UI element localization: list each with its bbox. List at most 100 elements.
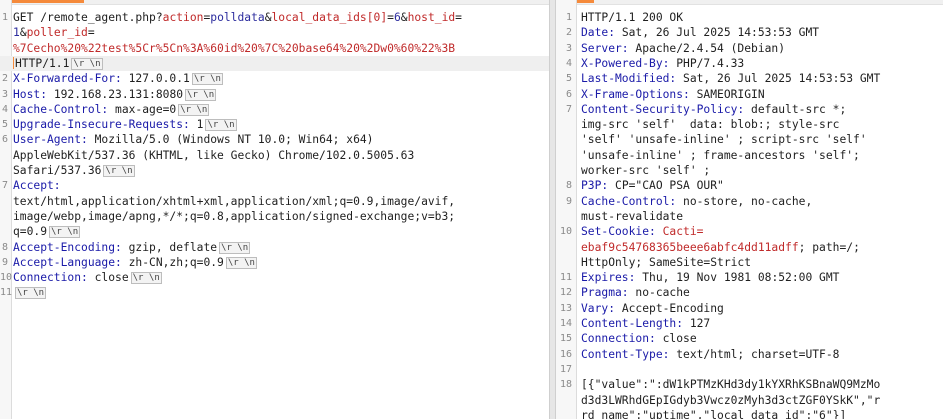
header-value: zh-CN,zh;q=0.9 xyxy=(121,255,224,269)
response-header-pragma[interactable]: 12 Pragma: no-cache xyxy=(556,285,943,300)
header-name: Cache-Control: xyxy=(581,194,677,208)
crlf-marker: \r \n xyxy=(225,256,257,269)
line-number: 4 xyxy=(1,103,8,115)
response-header-date[interactable]: 2 Date: Sat, 26 Jul 2025 14:53:53 GMT xyxy=(556,25,943,40)
text-cursor xyxy=(13,56,14,69)
request-line-wrap-current[interactable]: HTTP/1.1 \r \n xyxy=(0,55,549,72)
crlf-marker: \r \n xyxy=(49,226,81,239)
line-number: 8 xyxy=(1,241,8,253)
request-header-accept-encoding[interactable]: 8 Accept-Encoding: gzip, deflate \r \n xyxy=(0,240,549,255)
request-header-x-forwarded-for[interactable]: 2 X-Forwarded-For: 127.0.0.1 \r \n xyxy=(0,71,549,86)
request-header-upgrade-insecure[interactable]: 5 Upgrade-Insecure-Requests: 1 \r \n xyxy=(0,117,549,132)
response-viewer-pane[interactable]: 1 HTTP/1.1 200 OK 2 Date: Sat, 26 Jul 20… xyxy=(556,0,943,419)
header-value: 192.168.23.131:8080 xyxy=(47,87,184,101)
header-name: Last-Modified: xyxy=(581,72,677,86)
line-number: 12 xyxy=(559,287,572,299)
response-header-set-cookie-wrap[interactable]: ebaf9c54768365beee6abfc4dd11adff; path=/… xyxy=(556,240,943,255)
header-name: Cache-Control: xyxy=(13,102,109,116)
response-header-cache-control[interactable]: 9 Cache-Control: no-store, no-cache, xyxy=(556,194,943,209)
request-line-wrap[interactable]: 1&poller_id= xyxy=(0,25,549,40)
query-param-value: polldata xyxy=(210,11,265,24)
response-header-content-type[interactable]: 16 Content-Type: text/html; charset=UTF-… xyxy=(556,347,943,362)
line-number: 11 xyxy=(559,272,572,284)
request-header-cache-control[interactable]: 4 Cache-Control: max-age=0 \r \n xyxy=(0,102,549,117)
query-param-name: action xyxy=(162,11,204,24)
response-header-x-frame-options[interactable]: 6 X-Frame-Options: SAMEORIGIN xyxy=(556,87,943,102)
header-value: 1 xyxy=(189,118,204,132)
line-number: 8 xyxy=(565,180,572,192)
header-name: Connection: xyxy=(581,332,656,346)
cookie-value: ebaf9c54768365beee6abfc4dd11adff xyxy=(581,240,799,254)
line-number: 7 xyxy=(1,180,8,192)
line-number: 6 xyxy=(565,88,572,100)
header-value: PHP/7.4.33 xyxy=(669,56,745,70)
request-header-accept-language[interactable]: 9 Accept-Language: zh-CN,zh;q=0.9 \r \n xyxy=(0,255,549,270)
cookie-name: Cacti= xyxy=(655,225,704,239)
crlf-marker: \r \n xyxy=(185,88,217,101)
response-header-server[interactable]: 3 Server: Apache/2.4.54 (Debian) xyxy=(556,41,943,56)
response-body[interactable]: 18 [{"value":":dW1kPTMzKHd3dy1kYXRhKSBna… xyxy=(556,377,943,392)
response-body-wrap[interactable]: d3d3LWRhdGEpIGdyb3Vwcz0zMyh3d3ctZGF0YSkK… xyxy=(556,393,943,408)
response-header-csp[interactable]: 7 Content-Security-Policy: default-src *… xyxy=(556,102,943,117)
response-header-connection[interactable]: 15 Connection: close xyxy=(556,331,943,346)
response-header-p3p[interactable]: 8 P3P: CP="CAO PSA OUR" xyxy=(556,178,943,193)
line-number: 16 xyxy=(559,348,572,360)
pane-splitter[interactable] xyxy=(549,0,556,419)
crlf-marker: \r \n xyxy=(205,119,237,132)
response-header-csp-wrap[interactable]: img-src 'self' data: blob:; style-src xyxy=(556,117,943,132)
response-header-cache-control-wrap[interactable]: must-revalidate xyxy=(556,209,943,224)
response-header-last-modified[interactable]: 5 Last-Modified: Sat, 26 Jul 2025 14:53:… xyxy=(556,71,943,86)
response-header-csp-wrap[interactable]: worker-src 'self' ; xyxy=(556,163,943,178)
line-number: 1 xyxy=(1,12,8,23)
header-name: Upgrade-Insecure-Requests: xyxy=(13,118,190,132)
line-number: 13 xyxy=(559,302,572,314)
header-value: Sat, 26 Jul 2025 14:53:53 GMT xyxy=(615,26,820,40)
response-header-set-cookie-wrap[interactable]: HttpOnly; SameSite=Strict xyxy=(556,255,943,270)
header-name: Expires: xyxy=(581,271,636,285)
response-body-wrap[interactable]: rd_name":"uptime","local_data_id":"6"}] xyxy=(556,408,943,419)
header-name: Set-Cookie: xyxy=(581,225,656,239)
line-number: 4 xyxy=(565,57,572,69)
request-editor-pane[interactable]: 1 GET /remote_agent.php?action=polldata&… xyxy=(0,0,549,419)
header-value: close xyxy=(655,332,697,346)
line-number: 5 xyxy=(565,73,572,85)
response-header-content-length[interactable]: 14 Content-Length: 127 xyxy=(556,316,943,331)
ampersand: & xyxy=(400,11,408,24)
request-header-user-agent-wrap[interactable]: AppleWebKit/537.36 (KHTML, like Gecko) C… xyxy=(0,148,549,163)
response-header-vary[interactable]: 13 Vary: Accept-Encoding xyxy=(556,301,943,316)
line-number: 18 xyxy=(559,379,572,391)
header-value: image/webp,image/apng,*/*;q=0.8,applicat… xyxy=(13,209,456,223)
request-line-wrap[interactable]: %7Cecho%20%22test%5Cr%5Cn%3A%60id%20%7C%… xyxy=(0,41,549,56)
request-header-user-agent-wrap[interactable]: Safari/537.36 \r \n xyxy=(0,163,549,178)
request-header-accept[interactable]: 7 Accept: xyxy=(0,178,549,193)
header-value: CP="CAO PSA OUR" xyxy=(608,179,724,193)
request-tab-active-indicator[interactable] xyxy=(0,0,84,3)
request-header-accept-wrap[interactable]: image/webp,image/apng,*/*;q=0.8,applicat… xyxy=(0,209,549,224)
request-header-accept-wrap[interactable]: text/html,application/xhtml+xml,applicat… xyxy=(0,194,549,209)
query-param-value: 6 xyxy=(393,11,401,24)
line-number: 11 xyxy=(0,287,13,299)
response-header-csp-wrap[interactable]: 'self' 'unsafe-inline' ; script-src 'sel… xyxy=(556,132,943,147)
request-header-accept-wrap[interactable]: q=0.9 \r \n xyxy=(0,224,549,239)
response-blank-line[interactable]: 17 xyxy=(556,362,943,377)
request-line[interactable]: 1 GET /remote_agent.php?action=polldata&… xyxy=(0,10,549,25)
response-header-x-powered-by[interactable]: 4 X-Powered-By: PHP/7.4.33 xyxy=(556,56,943,71)
request-empty-line[interactable]: 11 \r \n xyxy=(0,285,549,300)
response-header-set-cookie[interactable]: 10 Set-Cookie: Cacti= xyxy=(556,224,943,239)
header-name: Content-Length: xyxy=(581,317,684,330)
request-header-user-agent[interactable]: 6 User-Agent: Mozilla/5.0 (Windows NT 10… xyxy=(0,132,549,147)
request-header-connection[interactable]: 10 Connection: close \r \n xyxy=(0,270,549,285)
header-name: User-Agent: xyxy=(13,133,88,147)
cookie-attributes: HttpOnly; SameSite=Strict xyxy=(581,255,752,269)
response-header-csp-wrap[interactable]: 'unsafe-inline' ; frame-ancestors 'self'… xyxy=(556,148,943,163)
request-header-host[interactable]: 3 Host: 192.168.23.131:8080 \r \n xyxy=(0,87,549,102)
response-header-expires[interactable]: 11 Expires: Thu, 19 Nov 1981 08:52:00 GM… xyxy=(556,270,943,285)
header-value: default-src *; xyxy=(744,102,847,116)
line-number: 1 xyxy=(565,12,572,23)
line-number: 6 xyxy=(1,134,8,146)
query-param-name: host_id xyxy=(407,11,456,24)
response-status-line[interactable]: 1 HTTP/1.1 200 OK xyxy=(556,10,943,25)
line-number: 3 xyxy=(1,88,8,100)
line-number: 7 xyxy=(565,103,572,115)
header-value: 127 xyxy=(683,317,711,330)
